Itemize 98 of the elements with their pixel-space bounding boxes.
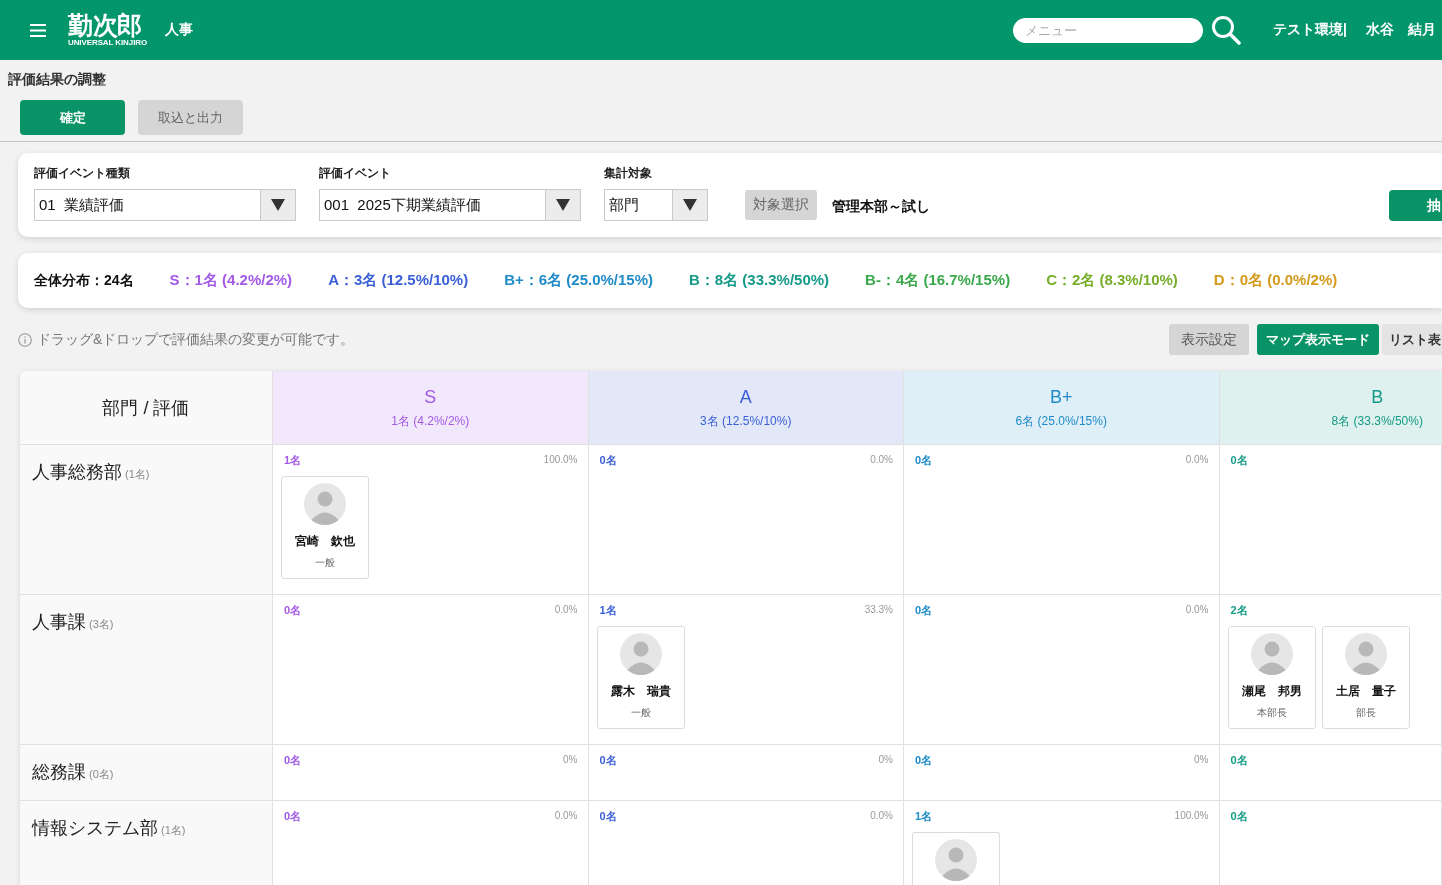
employee-card[interactable]: 土居 量子 部長	[1321, 626, 1410, 729]
cell-count: 0名	[284, 810, 302, 822]
cell-count: 1名	[915, 810, 933, 822]
employee-title: 一般	[630, 707, 651, 719]
department-count: (1名)	[161, 823, 186, 838]
person-silhouette-icon	[935, 839, 977, 881]
grade-summary: 8名 (33.3%/50%)	[1331, 413, 1423, 429]
employee-card[interactable]: 宮崎 欽也 一般	[281, 476, 369, 579]
cell-percent: 0.0%	[1185, 454, 1209, 466]
employee-card[interactable]: 瀬尾 邦男 本部長	[1227, 626, 1316, 729]
cell-percent: 0.0%	[870, 454, 893, 466]
cell-count: 0名	[915, 454, 933, 466]
cell-percent: 0.0%	[554, 810, 578, 822]
department-count: (0名)	[89, 767, 114, 782]
employee-name: 露木 瑞貴	[610, 684, 671, 698]
employee-title: 本部長	[1256, 707, 1287, 719]
grade-summary: 6名 (25.0%/15%)	[1015, 413, 1107, 429]
person-silhouette-icon	[619, 633, 662, 675]
distribution-item: B：8名 (33.3%/50%)	[689, 271, 830, 290]
field-label: 集計対象	[604, 165, 652, 181]
department-name: 総務課	[32, 761, 86, 784]
dropdown[interactable]: 001 2025下期業績評価	[319, 189, 581, 221]
distribution-item: S：1名 (4.2%/2%)	[169, 271, 293, 290]
page-title: 評価結果の調整	[8, 70, 106, 89]
employee-title: 一般	[315, 557, 335, 569]
cell-percent: 0%	[878, 754, 893, 766]
cell-count: 0名	[1230, 754, 1248, 766]
search-icon[interactable]	[1211, 15, 1242, 45]
dropdown[interactable]: 01 業績評価	[34, 189, 296, 221]
field-label: 評価イベント種類	[34, 165, 130, 181]
cell-percent: 100.0%	[543, 454, 578, 466]
cell-count: 0名	[284, 604, 302, 616]
caret-down-icon[interactable]	[260, 190, 295, 220]
logo-subtitle: UNIVERSAL KINJIRO	[68, 38, 148, 48]
cell-percent: 33.3%	[864, 604, 893, 616]
target-select-button[interactable]: 対象選択	[745, 190, 817, 220]
cell-count: 0名	[915, 754, 933, 766]
primary-button[interactable]: 確定	[20, 100, 125, 135]
display-settings-button[interactable]: 表示設定	[1169, 324, 1249, 355]
view-mode-tab[interactable]: マップ表示モード	[1257, 324, 1379, 355]
cell-percent: 0.0%	[1185, 604, 1209, 616]
cell-count: 0名	[599, 810, 617, 822]
distribution-item: B-：4名 (16.7%/15%)	[865, 271, 1011, 290]
cell-count: 0名	[1230, 810, 1248, 822]
caret-down-icon[interactable]	[672, 190, 707, 220]
dropdown[interactable]: 部門	[604, 189, 708, 221]
corner-header: 部門 / 評価	[20, 371, 273, 445]
person-silhouette-icon	[1250, 633, 1293, 675]
cell-count: 0名	[915, 604, 933, 616]
employee-name: 瀬尾 邦男	[1241, 684, 1302, 698]
caret-down-icon[interactable]	[545, 190, 580, 220]
action-button[interactable]: 抽	[1389, 190, 1442, 221]
cell-count: 1名	[284, 454, 302, 466]
grade-summary: 1名 (4.2%/2%)	[391, 413, 470, 429]
cell-percent: 0%	[563, 754, 578, 766]
menu-search-field[interactable]: メニュー	[1013, 17, 1204, 43]
grade-label: A	[739, 386, 752, 408]
employee-name: 土居 量子	[1335, 684, 1396, 698]
field-label: 評価イベント	[319, 165, 391, 181]
menu-icon[interactable]	[30, 23, 46, 37]
department-count: (1名)	[125, 467, 150, 482]
distribution-item: B+：6名 (25.0%/15%)	[504, 271, 653, 290]
grade-label: B	[1371, 386, 1384, 408]
distribution-item: D：0名 (0.0%/2%)	[1213, 271, 1338, 290]
department-count: (3名)	[89, 617, 114, 632]
person-silhouette-icon	[304, 483, 346, 525]
cell-percent: 100.0%	[1174, 810, 1209, 822]
cell-count: 2名	[1230, 604, 1248, 616]
cell-percent: 0%	[1194, 754, 1209, 766]
cell-count: 0名	[1230, 454, 1248, 466]
cell-count: 0名	[599, 754, 617, 766]
view-mode-tab[interactable]: リスト表	[1382, 324, 1442, 355]
secondary-button[interactable]: 取込と出力	[138, 100, 243, 135]
hint-text: ドラッグ&ドロップで評価結果の変更が可能です。	[37, 330, 355, 349]
department-name: 人事総務部	[32, 461, 122, 484]
cell-count: 1名	[599, 604, 617, 616]
grade-label: B+	[1050, 386, 1073, 408]
employee-title: 部長	[1355, 707, 1376, 719]
cell-count: 0名	[599, 454, 617, 466]
department-name: 情報システム部	[32, 817, 158, 840]
cell-count: 0名	[284, 754, 302, 766]
department-name: 人事課	[32, 611, 86, 634]
distribution-total: 全体分布：24名	[34, 271, 134, 290]
person-silhouette-icon	[1344, 633, 1387, 675]
user-name[interactable]: 水谷 結月	[1366, 21, 1436, 39]
distribution-item: A：3名 (12.5%/10%)	[328, 271, 469, 290]
grade-label: S	[424, 386, 437, 408]
target-value: 管理本部～試し	[832, 197, 930, 216]
employee-name: 宮崎 欽也	[295, 534, 355, 548]
grade-summary: 3名 (12.5%/10%)	[700, 413, 792, 429]
info-icon	[18, 332, 32, 347]
logo-text: 勤次郎	[68, 12, 142, 38]
cell-percent: 0.0%	[554, 604, 578, 616]
employee-card[interactable]: 露木 瑞貴 一般	[596, 626, 685, 729]
module-name: 人事	[165, 21, 194, 39]
cell-percent: 0.0%	[870, 810, 893, 822]
distribution-item: C：2名 (8.3%/10%)	[1046, 271, 1178, 290]
environment-label: テスト環境|	[1273, 21, 1347, 39]
